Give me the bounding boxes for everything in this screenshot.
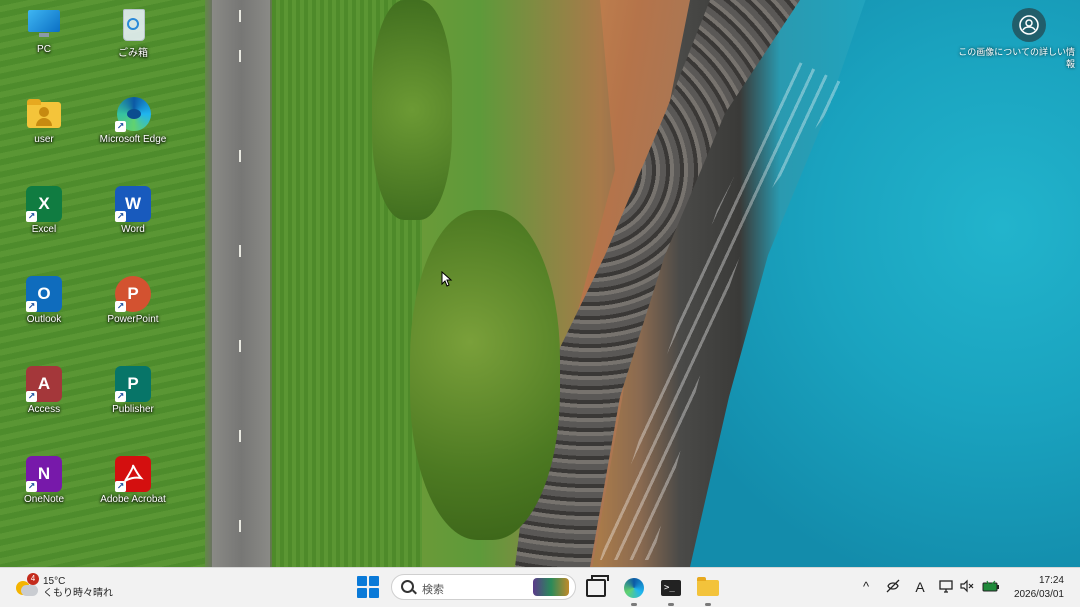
outlook-icon: O ↗: [26, 276, 62, 312]
edge-icon: ↗: [115, 96, 151, 132]
clock[interactable]: 17:24 2026/03/01: [1014, 574, 1064, 602]
desktop-icon-label: user: [34, 134, 54, 145]
monitor-icon: [26, 6, 62, 42]
desktop-icon-label: Word: [121, 224, 145, 235]
recycle-bin-icon: [115, 6, 151, 42]
network-icon[interactable]: [937, 578, 955, 596]
onenote-icon: N ↗: [26, 456, 62, 492]
taskbar-edge-button[interactable]: [620, 574, 648, 606]
weather-widget[interactable]: 4 15°C くもり時々晴れ: [16, 572, 113, 604]
start-button[interactable]: [357, 576, 379, 598]
publisher-icon: P ↗: [115, 366, 151, 402]
desktop-icon-edge[interactable]: ↗ Microsoft Edge: [90, 96, 176, 145]
desktop-icon-acrobat[interactable]: ↗ Adobe Acrobat: [90, 456, 176, 505]
powerpoint-icon: P ↗: [115, 276, 151, 312]
image-info-button[interactable]: [1012, 8, 1046, 42]
desktop-icon-label: PowerPoint: [107, 314, 159, 325]
desktop-icon-word[interactable]: W ↗ Word: [90, 186, 176, 235]
mouse-cursor-icon: [441, 271, 453, 287]
desktop-icon-label: Adobe Acrobat: [100, 494, 166, 505]
acrobat-icon: ↗: [115, 456, 151, 492]
desktop-icon-label: Outlook: [26, 314, 62, 325]
weather-temperature: 15°C: [43, 576, 66, 587]
excel-icon: X ↗: [26, 186, 62, 222]
shortcut-arrow-icon: ↗: [115, 121, 126, 132]
clock-date: 2026/03/01: [1013, 589, 1064, 600]
desktop-icon-label: Microsoft Edge: [99, 134, 167, 145]
desktop-icon-label: ごみ箱: [118, 48, 148, 59]
desktop-icon-powerpoint[interactable]: P ↗ PowerPoint: [90, 276, 176, 325]
search-icon: [401, 580, 414, 593]
copilot-off-icon[interactable]: [884, 578, 902, 596]
access-icon: A ↗: [26, 366, 62, 402]
image-info-caption: この画像についての詳しい情報: [958, 47, 1075, 69]
desktop-icon-label: Publisher: [112, 404, 154, 415]
edge-icon: [624, 578, 644, 598]
desktop-icon-label: Excel: [31, 224, 57, 235]
taskbar-explorer-button[interactable]: [694, 574, 722, 606]
task-view-button[interactable]: [582, 574, 610, 602]
weather-condition: くもり時々晴れ: [43, 588, 113, 599]
desktop-icon-excel[interactable]: X ↗ Excel: [1, 186, 87, 235]
notification-badge: 4: [27, 573, 39, 585]
terminal-icon: >_: [661, 580, 681, 596]
desktop-icon-onenote[interactable]: N ↗ OneNote: [1, 456, 87, 505]
desktop-icon-publisher[interactable]: P ↗ Publisher: [90, 366, 176, 415]
desktop-icon-label: OneNote: [23, 494, 65, 505]
battery-icon[interactable]: [980, 578, 1002, 596]
search-box[interactable]: 検索: [391, 574, 576, 600]
task-view-icon: [586, 575, 609, 597]
desktop-icon-recycle-bin[interactable]: ごみ箱: [90, 6, 176, 59]
taskbar-terminal-button[interactable]: >_: [657, 574, 685, 606]
taskbar: 4 15°C くもり時々晴れ 検索 >_ ^ A 17:24 2026/03/0…: [0, 567, 1080, 607]
search-highlight-icon: [533, 578, 569, 596]
word-icon: W ↗: [115, 186, 151, 222]
ime-mode-indicator[interactable]: A: [912, 578, 928, 596]
partly-cloudy-icon: 4: [16, 573, 39, 599]
volume-muted-icon[interactable]: [958, 578, 976, 596]
desktop-icon-pc[interactable]: PC: [1, 6, 87, 55]
user-folder-icon: [26, 96, 62, 132]
show-hidden-icons-button[interactable]: ^: [858, 578, 874, 596]
desktop-icon-label: Access: [27, 404, 61, 415]
desktop-icon-outlook[interactable]: O ↗ Outlook: [1, 276, 87, 325]
folder-icon: [697, 577, 719, 596]
search-placeholder: 検索: [422, 584, 444, 596]
desktop-icon-access[interactable]: A ↗ Access: [1, 366, 87, 415]
desktop-icon-label: PC: [37, 44, 51, 55]
clock-time: 17:24: [1038, 575, 1064, 586]
desktop-icon-user[interactable]: user: [1, 96, 87, 145]
camera-icon: [1019, 15, 1039, 35]
